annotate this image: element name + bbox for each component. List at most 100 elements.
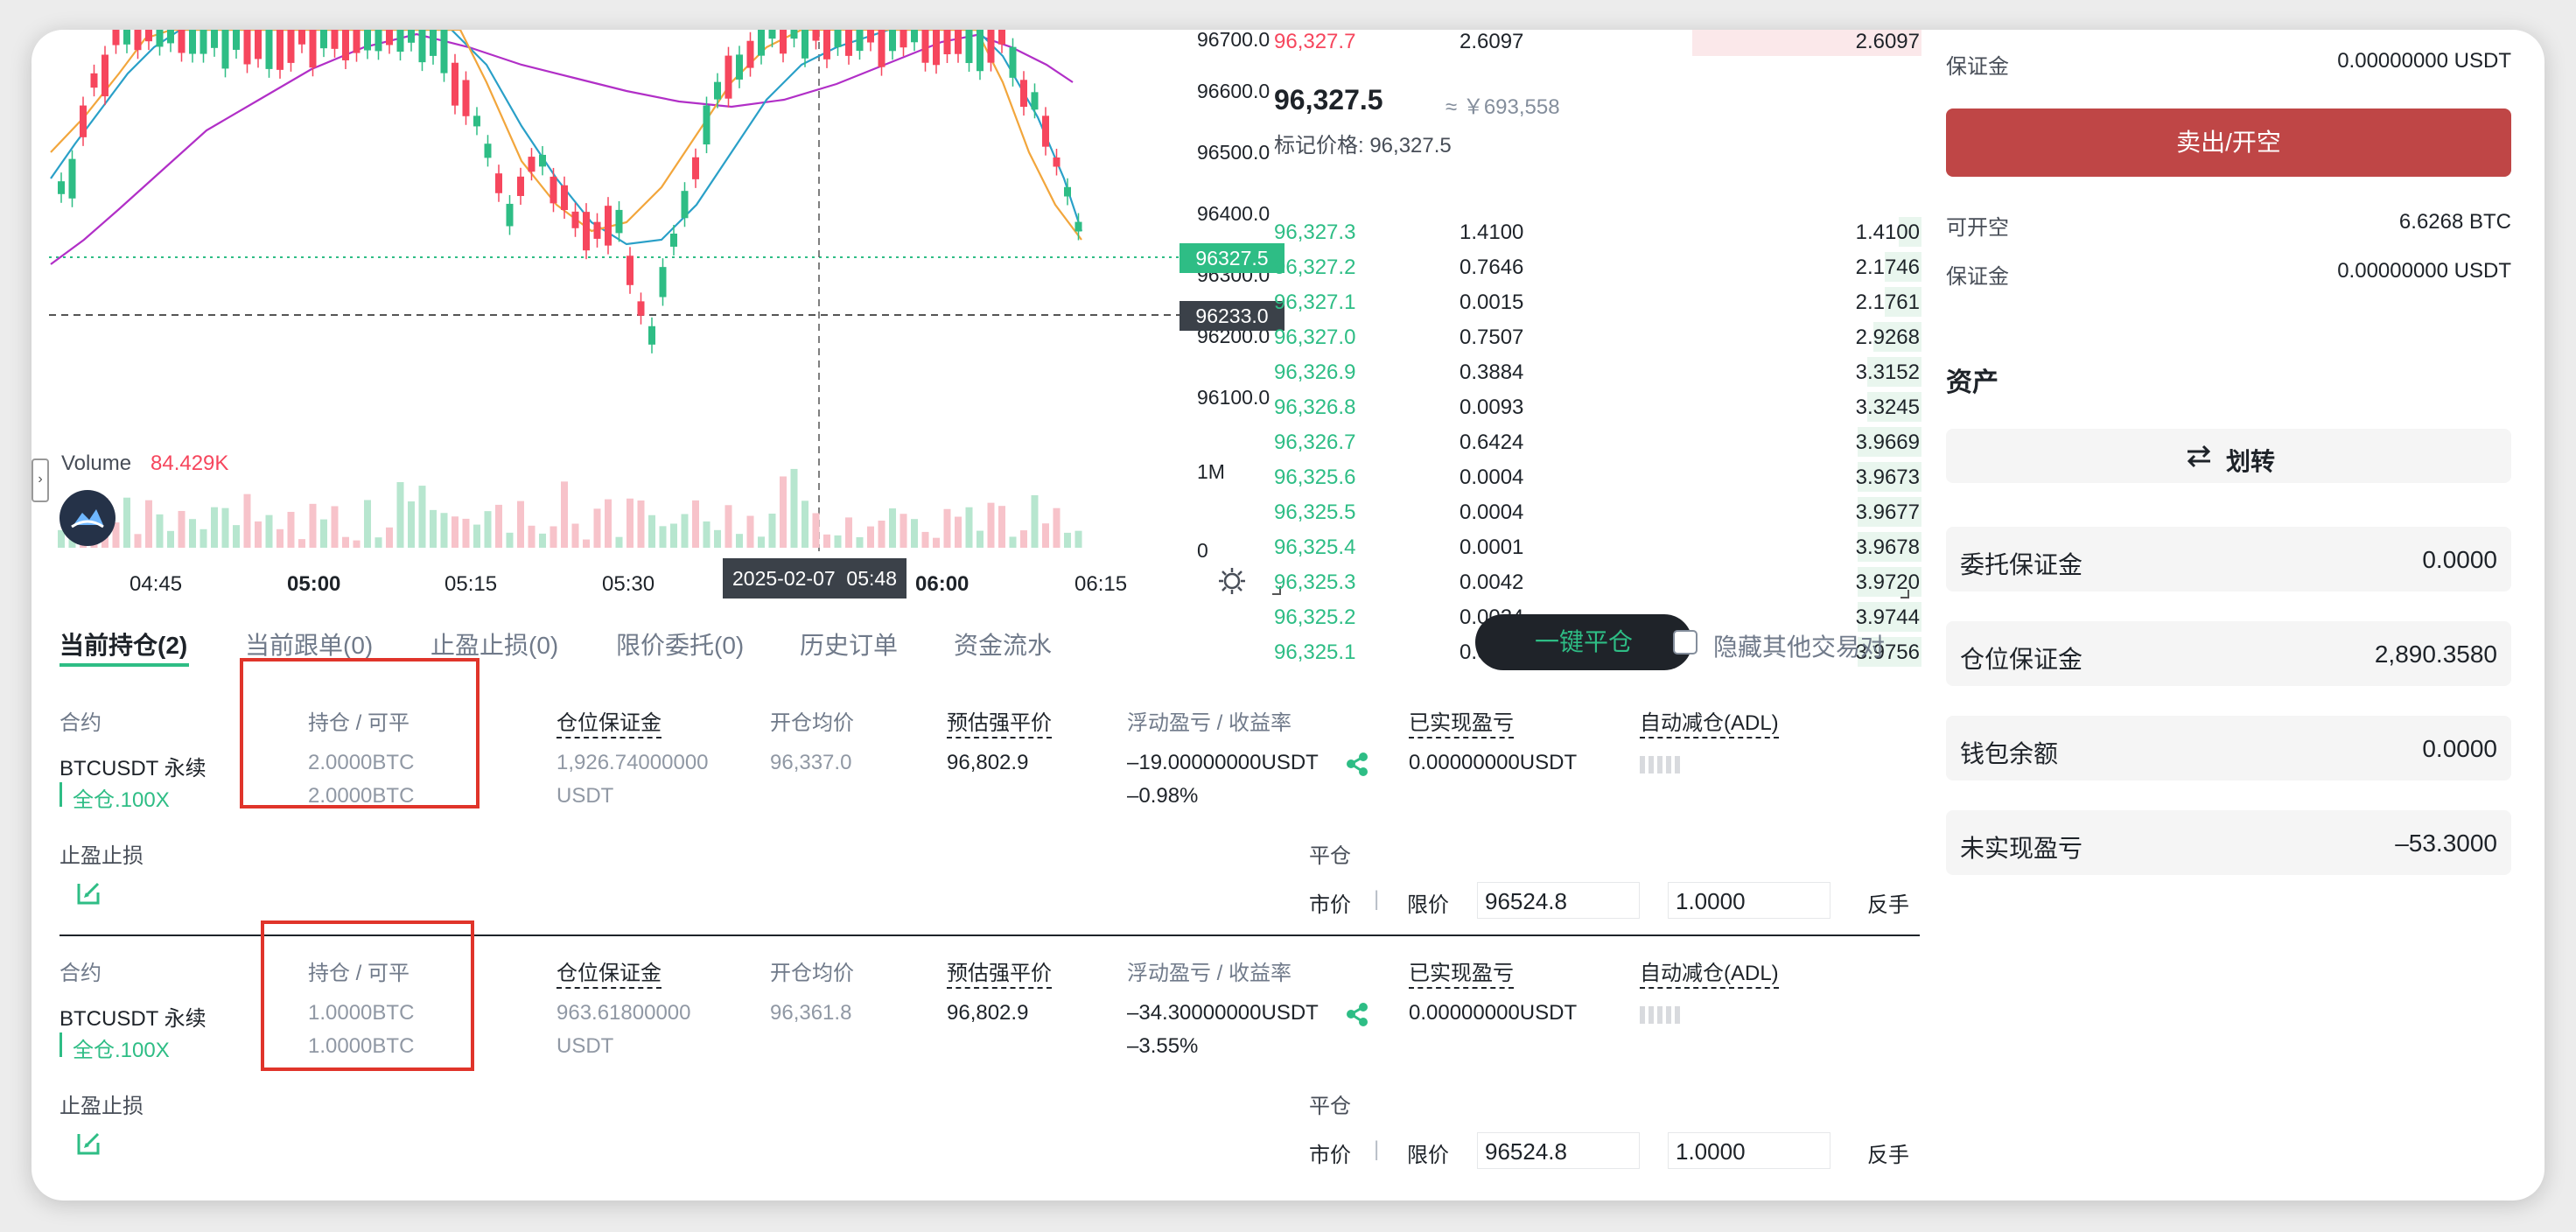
col-realized: 已实现盈亏 bbox=[1409, 956, 1514, 989]
col-adl: 自动减仓(ADL) bbox=[1640, 956, 1779, 989]
tab-tpsl[interactable]: 止盈止损(0) bbox=[430, 626, 558, 662]
position-roe: –0.98% bbox=[1127, 784, 1199, 808]
tab-copy-orders[interactable]: 当前跟单(0) bbox=[245, 626, 373, 662]
col-liq: 预估强平价 bbox=[947, 956, 1052, 989]
asset-row-order-margin: 委托保证金 0.0000 bbox=[1946, 527, 2511, 592]
close-all-button[interactable]: 一键平仓 bbox=[1475, 614, 1692, 670]
hide-others-checkbox[interactable] bbox=[1673, 630, 1698, 654]
share-icon[interactable] bbox=[1344, 751, 1370, 777]
asset-row-value: 0.0000 bbox=[2422, 735, 2497, 762]
assets-title: 资产 bbox=[1946, 368, 1998, 397]
col-liq-text: 预估强平价 bbox=[947, 711, 1052, 738]
margin2-value: 0.00000000 USDT bbox=[2337, 259, 2511, 283]
col-realized-text: 已实现盈亏 bbox=[1409, 962, 1514, 989]
sell-open-short-button[interactable]: 卖出/开空 bbox=[1946, 108, 2511, 177]
col-contract: 合约 bbox=[60, 711, 102, 735]
close-divider: | bbox=[1374, 1138, 1380, 1161]
position-liq: 96,802.9 bbox=[947, 1001, 1029, 1025]
col-pnl: 浮动盈亏 / 收益率 bbox=[1127, 962, 1292, 985]
highlight-box-1 bbox=[240, 658, 480, 808]
transfer-label: 划转 bbox=[2226, 448, 2276, 475]
col-adl: 自动减仓(ADL) bbox=[1640, 705, 1779, 738]
share-icon[interactable] bbox=[1344, 1001, 1370, 1027]
position-symbol[interactable]: BTCUSDT 永续 bbox=[60, 751, 206, 781]
col-margin-text: 仓位保证金 bbox=[556, 962, 662, 989]
position-margin: 963.61800000 bbox=[556, 1001, 691, 1025]
tab-limit-orders[interactable]: 限价委托(0) bbox=[616, 626, 744, 662]
asset-row-wallet-balance: 钱包余额 0.0000 bbox=[1946, 716, 2511, 780]
position-realized: 0.00000000USDT bbox=[1409, 1001, 1578, 1025]
asset-row-position-margin: 仓位保证金 2,890.3580 bbox=[1946, 621, 2511, 686]
close-limit-link[interactable]: 限价 bbox=[1407, 887, 1449, 918]
asset-row-label: 仓位保证金 bbox=[1960, 646, 2083, 673]
position-pnl: –19.00000000USDT bbox=[1127, 751, 1319, 774]
col-realized: 已实现盈亏 bbox=[1409, 705, 1514, 738]
col-realized-text: 已实现盈亏 bbox=[1409, 711, 1514, 738]
close-market-link[interactable]: 市价 bbox=[1309, 887, 1351, 918]
edit-tpsl-icon[interactable] bbox=[75, 1129, 103, 1157]
tab-active-underline bbox=[60, 663, 189, 667]
tab-funding-flow[interactable]: 资金流水 bbox=[954, 626, 1052, 662]
position-mode-text: 全仓.100X bbox=[73, 1039, 170, 1062]
close-label: 平仓 bbox=[1309, 844, 1351, 868]
order-panel: 保证金 0.00000000 USDT 卖出/开空 可开空 6.6268 BTC… bbox=[1946, 30, 2524, 1167]
close-market-link[interactable]: 市价 bbox=[1309, 1138, 1351, 1168]
close-price-input[interactable]: 96524.8 bbox=[1477, 1132, 1640, 1169]
position-pnl: –34.30000000USDT bbox=[1127, 1001, 1319, 1025]
close-qty-input[interactable]: 1.0000 bbox=[1668, 1132, 1830, 1169]
openable-label: 可开空 bbox=[1946, 216, 2009, 240]
asset-row-unrealized-pnl: 未实现盈亏 –53.3000 bbox=[1946, 810, 2511, 875]
close-price-input[interactable]: 96524.8 bbox=[1477, 882, 1640, 919]
position-mode-text: 全仓.100X bbox=[73, 788, 170, 812]
tab-positions[interactable]: 当前持仓(2) bbox=[60, 626, 187, 662]
close-qty-input[interactable]: 1.0000 bbox=[1668, 882, 1830, 919]
col-margin: 仓位保证金 bbox=[556, 956, 662, 989]
position-entry: 96,361.8 bbox=[770, 1001, 852, 1025]
transfer-button[interactable]: 划转 bbox=[1946, 429, 2511, 483]
highlight-box-2 bbox=[261, 920, 474, 1071]
col-liq: 预估强平价 bbox=[947, 705, 1052, 738]
asset-row-value: –53.3000 bbox=[2395, 830, 2497, 857]
position-mode: 全仓.100X bbox=[60, 782, 170, 812]
close-label: 平仓 bbox=[1309, 1095, 1351, 1118]
adl-indicator-icon bbox=[1640, 1006, 1684, 1024]
position-entry: 96,337.0 bbox=[770, 751, 852, 774]
asset-row-label: 钱包余额 bbox=[1960, 740, 2059, 767]
asset-row-label: 未实现盈亏 bbox=[1960, 835, 2083, 862]
position-symbol[interactable]: BTCUSDT 永续 bbox=[60, 1001, 206, 1032]
col-margin: 仓位保证金 bbox=[556, 705, 662, 738]
margin2-label: 保证金 bbox=[1946, 265, 2009, 289]
position-margin-unit: USDT bbox=[556, 784, 614, 808]
close-limit-link[interactable]: 限价 bbox=[1407, 1138, 1449, 1168]
hide-others-label: 隐藏其他交易对 bbox=[1713, 634, 1886, 661]
transfer-icon bbox=[2184, 443, 2214, 469]
asset-row-label: 委托保证金 bbox=[1960, 551, 2083, 578]
adl-indicator-icon bbox=[1640, 756, 1684, 774]
asset-row-value: 0.0000 bbox=[2422, 546, 2497, 573]
openable-value: 6.6268 BTC bbox=[2398, 210, 2511, 234]
close-divider: | bbox=[1374, 887, 1380, 911]
col-adl-text: 自动减仓(ADL) bbox=[1640, 962, 1779, 989]
col-margin-text: 仓位保证金 bbox=[556, 711, 662, 738]
resize-corner-icon[interactable] bbox=[1900, 590, 1909, 598]
col-contract: 合约 bbox=[60, 962, 102, 985]
col-entry: 开仓均价 bbox=[770, 962, 854, 985]
tpsl-label: 止盈止损 bbox=[60, 844, 144, 868]
col-adl-text: 自动减仓(ADL) bbox=[1640, 711, 1779, 738]
position-roe: –3.55% bbox=[1127, 1034, 1199, 1058]
bottom-tabs: 当前持仓(2) 当前跟单(0) 止盈止损(0) 限价委托(0) 历史订单 资金流… bbox=[32, 30, 1930, 677]
reverse-link[interactable]: 反手 bbox=[1867, 887, 1909, 918]
position-realized: 0.00000000USDT bbox=[1409, 751, 1578, 774]
trading-window: 96700.0 96600.0 96500.0 96400.0 96300.0 … bbox=[32, 30, 2544, 1200]
margin-value: 0.00000000 USDT bbox=[2337, 49, 2511, 73]
tpsl-label: 止盈止损 bbox=[60, 1095, 144, 1118]
col-liq-text: 预估强平价 bbox=[947, 962, 1052, 989]
position-liq: 96,802.9 bbox=[947, 751, 1029, 774]
margin-label: 保证金 bbox=[1946, 55, 2009, 79]
tab-order-history[interactable]: 历史订单 bbox=[800, 626, 898, 662]
position-margin-unit: USDT bbox=[556, 1034, 614, 1058]
position-margin: 1,926.74000000 bbox=[556, 751, 709, 774]
asset-row-value: 2,890.3580 bbox=[2374, 640, 2497, 668]
reverse-link[interactable]: 反手 bbox=[1867, 1138, 1909, 1168]
edit-tpsl-icon[interactable] bbox=[75, 878, 103, 906]
